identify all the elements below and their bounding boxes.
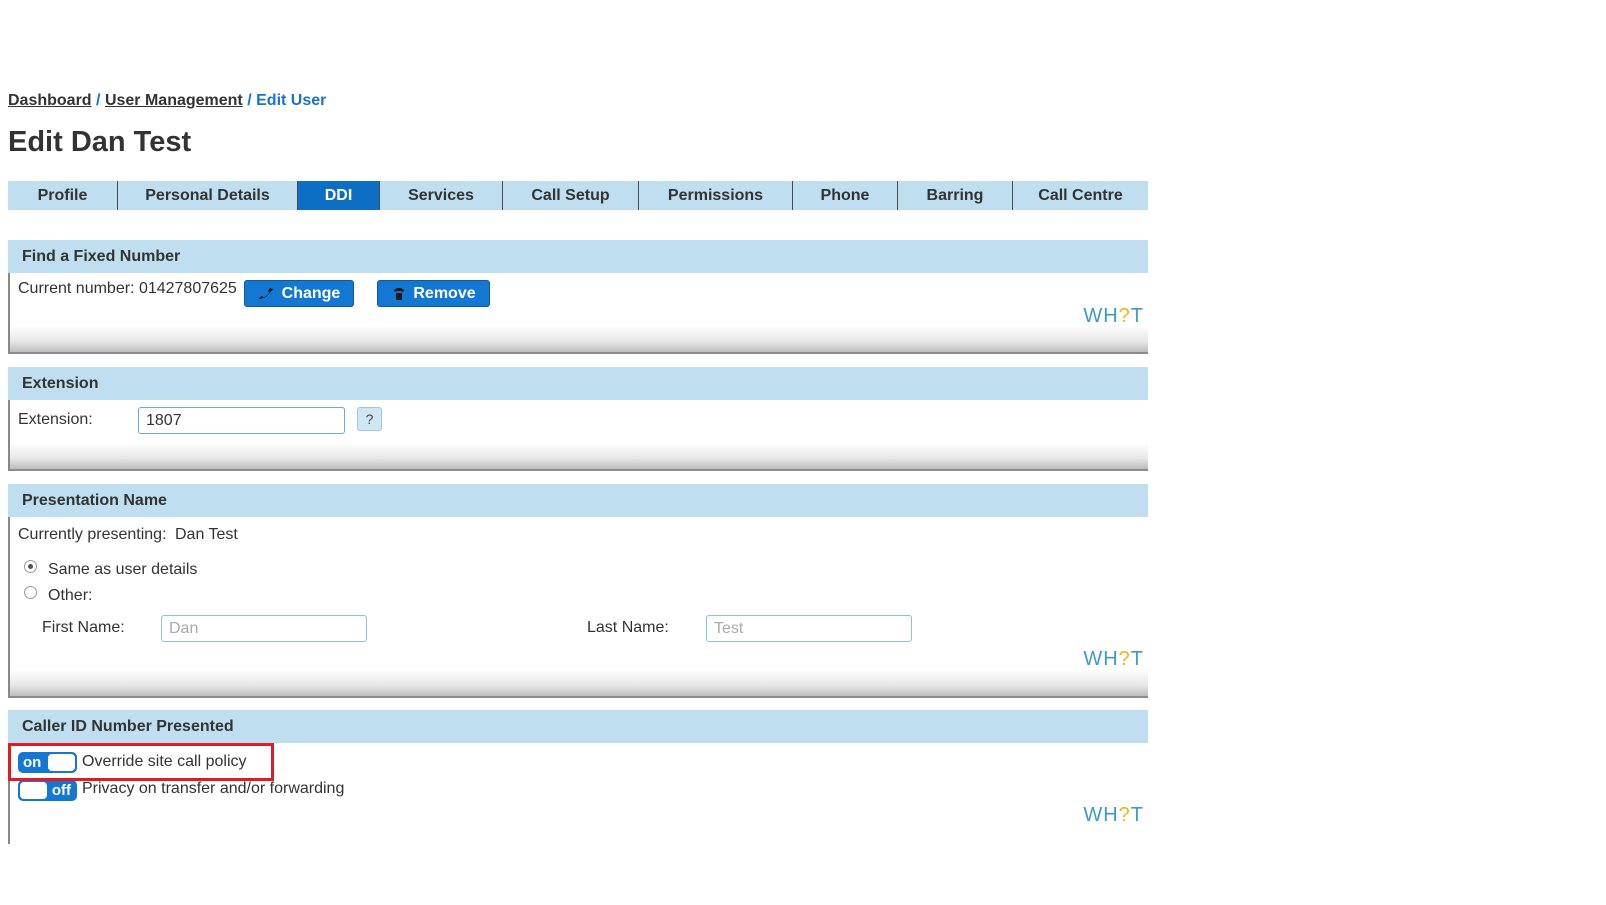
tab-barring[interactable]: Barring [898,181,1013,210]
last-name-input[interactable] [706,615,912,642]
presentation-name-panel-body: Currently presenting: Dan Test Same as u… [8,517,1148,698]
privacy-forwarding-label: Privacy on transfer and/or forwarding [82,780,345,797]
tab-permissions[interactable]: Permissions [639,181,793,210]
whot-logo-text: T [1130,305,1144,327]
panel-footer [10,670,1148,698]
panel-footer [10,443,1148,471]
remove-button-label: Remove [413,284,476,302]
currently-presenting-label: Currently presenting: [18,526,167,543]
other-name-label: Other: [48,587,93,604]
fixed-number-panel-title: Find a Fixed Number [8,240,1148,273]
privacy-forwarding-toggle[interactable]: off [18,780,77,801]
tab-personal-details[interactable]: Personal Details [118,181,298,210]
same-as-user-label: Same as user details [48,561,198,578]
extension-panel: Extension Extension: ? [8,367,1148,471]
breadcrumb-user-management-link[interactable]: User Management [105,92,243,109]
whot-logo-text: WH [1083,648,1119,670]
toggle-state-text: off [51,782,71,799]
phone-handset-icon [258,287,273,299]
change-button-label: Change [281,284,341,302]
toggle-knob [20,782,47,799]
page-title: Edit Dan Test [8,126,192,158]
tab-call-centre[interactable]: Call Centre [1013,181,1148,210]
breadcrumb-dashboard-link[interactable]: Dashboard [8,92,92,109]
extension-help-button[interactable]: ? [357,407,382,431]
highlight-annotation-box [8,743,274,781]
other-name-radio[interactable] [24,586,37,599]
last-name-label: Last Name: [587,619,669,636]
fixed-number-panel: Find a Fixed Number Current number: 0142… [8,240,1148,354]
remove-number-button[interactable]: Remove [377,280,490,307]
change-number-button[interactable]: Change [244,280,354,307]
breadcrumb-current: Edit User [256,92,327,109]
whot-logo-text: T [1130,804,1144,826]
extension-panel-body: Extension: ? [8,400,1148,471]
fixed-number-panel-body: Current number: 01427807625 Change Remov… [8,273,1148,354]
whot-logo-question: ? [1118,648,1131,670]
tab-phone[interactable]: Phone [793,181,898,210]
extension-panel-title: Extension [8,367,1148,400]
extension-input[interactable] [138,407,345,434]
whot-logo-question: ? [1118,804,1131,826]
extension-label: Extension: [18,411,93,428]
breadcrumb-separator: / [247,92,252,109]
tab-ddi[interactable]: DDI [298,181,380,210]
whot-logo-text: WH [1083,305,1119,327]
breadcrumb: Dashboard / User Management / Edit User [8,92,326,110]
current-number-text: Current number: 01427807625 [18,280,237,297]
first-name-label: First Name: [42,619,125,636]
presentation-name-panel: Presentation Name Currently presenting: … [8,484,1148,698]
first-name-input[interactable] [161,615,367,642]
disconnect-phone-icon [394,287,405,300]
currently-presenting-value: Dan Test [175,526,238,543]
whot-logo-question: ? [1118,305,1131,327]
whot-logo[interactable]: WH?T [1083,648,1144,671]
whot-logo[interactable]: WH?T [1083,305,1144,328]
tab-call-setup[interactable]: Call Setup [503,181,639,210]
tab-services[interactable]: Services [380,181,503,210]
whot-logo[interactable]: WH?T [1083,804,1144,827]
whot-logo-text: WH [1083,804,1119,826]
presentation-name-panel-title: Presentation Name [8,484,1148,517]
tab-bar: Profile Personal Details DDI Services Ca… [8,181,1148,210]
whot-logo-text: T [1130,648,1144,670]
tab-profile[interactable]: Profile [8,181,118,210]
same-as-user-radio[interactable] [24,560,37,573]
breadcrumb-separator: / [96,92,101,109]
caller-id-panel-title: Caller ID Number Presented [8,710,1148,743]
panel-footer [10,326,1148,354]
